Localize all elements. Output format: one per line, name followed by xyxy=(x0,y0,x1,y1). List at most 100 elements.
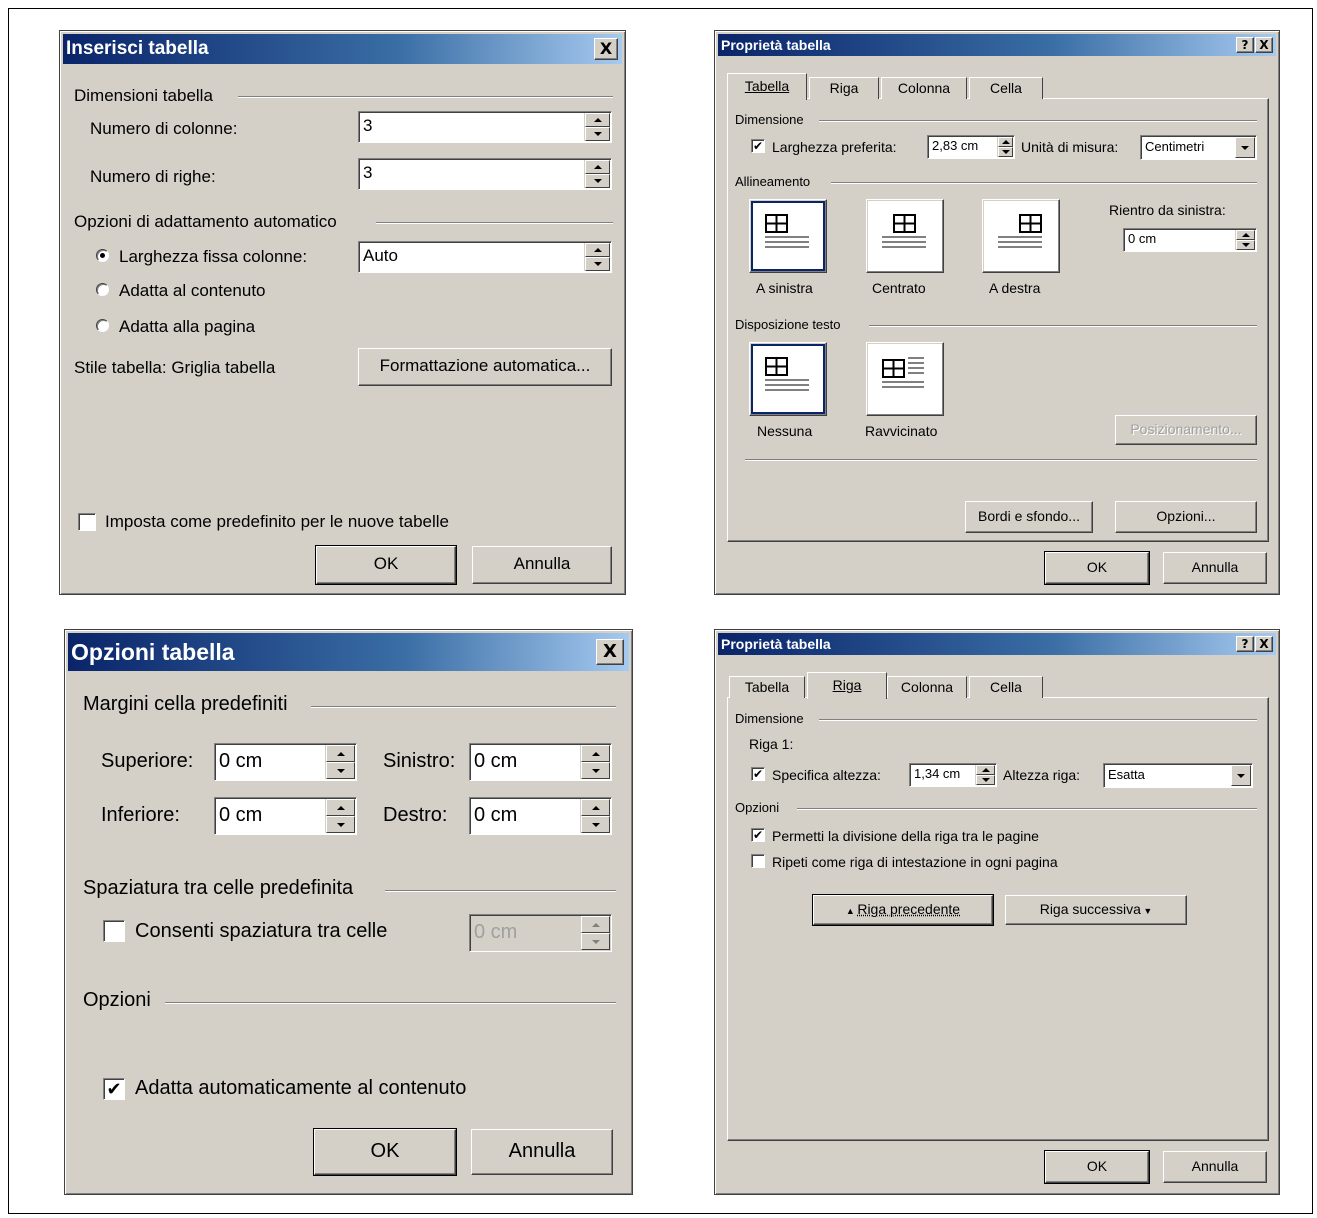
height-input[interactable]: 1,34 cm xyxy=(909,763,997,787)
spin-up-icon[interactable] xyxy=(326,745,355,762)
preferred-width-spinner[interactable] xyxy=(997,137,1013,157)
allow-spacing-label[interactable]: Consenti spaziatura tra celle xyxy=(135,920,387,943)
preferred-width-checkbox[interactable]: ✔ xyxy=(751,139,765,153)
left-margin-spinner[interactable] xyxy=(580,745,610,779)
left-margin-input[interactable]: 0 cm xyxy=(469,743,612,781)
allow-break-label[interactable]: Permetti la divisione della riga tra le … xyxy=(772,828,1039,844)
title-bar[interactable]: Opzioni tabella X xyxy=(68,633,629,671)
spin-down-icon[interactable] xyxy=(1236,240,1255,250)
spin-up-icon[interactable] xyxy=(581,745,610,762)
autoresize-label[interactable]: Adatta automaticamente al contenuto xyxy=(135,1077,466,1100)
autofit-contents-radio[interactable] xyxy=(96,283,109,296)
spin-up-icon[interactable] xyxy=(326,799,355,816)
spin-up-icon[interactable] xyxy=(585,113,610,127)
spin-up-icon[interactable] xyxy=(585,160,610,174)
tab-tabella[interactable]: Tabella xyxy=(727,73,807,100)
spacing-spinner[interactable] xyxy=(580,916,610,950)
spin-down-icon[interactable] xyxy=(585,127,610,141)
cancel-button[interactable]: Annulla xyxy=(472,546,612,584)
ok-button[interactable]: OK xyxy=(1044,551,1150,585)
spin-up-icon[interactable] xyxy=(976,765,995,775)
right-margin-input[interactable]: 0 cm xyxy=(469,797,612,835)
previous-row-button[interactable]: ▲ Riga precedente xyxy=(812,894,994,926)
cancel-button[interactable]: Annulla xyxy=(1163,552,1267,584)
close-button[interactable]: X xyxy=(594,38,618,60)
row-height-select[interactable]: Esatta xyxy=(1103,763,1253,788)
align-left-option[interactable] xyxy=(749,199,827,273)
spin-up-icon[interactable] xyxy=(581,799,610,816)
bottom-margin-spinner[interactable] xyxy=(325,799,355,833)
help-button[interactable]: ? xyxy=(1236,37,1254,53)
spin-down-icon[interactable] xyxy=(581,816,610,833)
spin-down-icon[interactable] xyxy=(581,933,610,950)
cancel-button[interactable]: Annulla xyxy=(1163,1151,1267,1183)
borders-shading-button[interactable]: Bordi e sfondo... xyxy=(965,501,1093,533)
preferred-width-label[interactable]: Larghezza preferita: xyxy=(772,139,897,155)
title-bar[interactable]: Proprietà tabella ? X xyxy=(718,34,1276,56)
unit-select[interactable]: Centimetri xyxy=(1140,135,1257,160)
tab-colonna[interactable]: Colonna xyxy=(887,676,967,698)
indent-input[interactable]: 0 cm xyxy=(1123,228,1257,252)
specify-height-label[interactable]: Specifica altezza: xyxy=(772,767,881,783)
tab-cella[interactable]: Cella xyxy=(969,77,1043,99)
allow-break-checkbox[interactable]: ✔ xyxy=(751,828,765,842)
columns-input[interactable]: 3 xyxy=(358,111,612,143)
ok-button[interactable]: OK xyxy=(313,1128,457,1176)
spin-up-icon[interactable] xyxy=(998,137,1013,147)
set-default-label[interactable]: Imposta come predefinito per le nuove ta… xyxy=(105,512,449,532)
fixed-width-radio[interactable] xyxy=(96,249,109,262)
align-right-option[interactable] xyxy=(982,199,1060,273)
tab-riga[interactable]: Riga xyxy=(809,77,879,99)
ok-button[interactable]: OK xyxy=(315,545,457,585)
close-button[interactable]: X xyxy=(1255,37,1273,53)
top-margin-input[interactable]: 0 cm xyxy=(214,743,357,781)
tab-tabella[interactable]: Tabella xyxy=(729,676,805,698)
autoformat-button[interactable]: Formattazione automatica... xyxy=(358,348,612,386)
spin-up-icon[interactable] xyxy=(581,916,610,933)
spin-down-icon[interactable] xyxy=(585,174,610,188)
close-button[interactable]: X xyxy=(596,639,624,665)
fixed-width-input[interactable]: Auto xyxy=(358,241,612,273)
autofit-window-radio[interactable] xyxy=(96,319,109,332)
spacing-input[interactable]: 0 cm xyxy=(469,914,612,952)
spin-up-icon[interactable] xyxy=(1236,230,1255,240)
cancel-button[interactable]: Annulla xyxy=(471,1129,613,1175)
wrap-around-option[interactable] xyxy=(866,342,944,416)
spin-down-icon[interactable] xyxy=(998,147,1013,157)
autoresize-checkbox[interactable]: ✔ xyxy=(103,1078,125,1100)
columns-spinner[interactable] xyxy=(584,113,610,141)
options-button[interactable]: Opzioni... xyxy=(1115,501,1257,533)
positioning-button[interactable]: Posizionamento... xyxy=(1115,415,1257,445)
align-center-option[interactable] xyxy=(866,199,944,273)
rows-input[interactable]: 3 xyxy=(358,158,612,190)
set-default-checkbox[interactable] xyxy=(78,513,96,531)
spin-down-icon[interactable] xyxy=(585,257,610,271)
autofit-contents-label[interactable]: Adatta al contenuto xyxy=(119,281,266,301)
repeat-header-label[interactable]: Ripeti come riga di intestazione in ogni… xyxy=(772,854,1058,870)
tab-colonna[interactable]: Colonna xyxy=(881,77,967,99)
close-button[interactable]: X xyxy=(1255,636,1273,652)
tab-riga[interactable]: Riga xyxy=(807,672,887,699)
chevron-down-icon[interactable] xyxy=(1231,765,1251,786)
wrap-none-option[interactable] xyxy=(749,342,827,416)
tab-cella[interactable]: Cella xyxy=(969,676,1043,698)
fixed-width-spinner[interactable] xyxy=(584,243,610,271)
height-spinner[interactable] xyxy=(975,765,995,785)
spin-down-icon[interactable] xyxy=(326,816,355,833)
preferred-width-input[interactable]: 2,83 cm xyxy=(927,135,1015,159)
spin-down-icon[interactable] xyxy=(976,775,995,785)
spin-up-icon[interactable] xyxy=(585,243,610,257)
title-bar[interactable]: Inserisci tabella X xyxy=(63,34,622,64)
chevron-down-icon[interactable] xyxy=(1235,137,1255,158)
next-row-button[interactable]: Riga successiva ▼ xyxy=(1005,895,1187,925)
right-margin-spinner[interactable] xyxy=(580,799,610,833)
rows-spinner[interactable] xyxy=(584,160,610,188)
allow-spacing-checkbox[interactable] xyxy=(103,920,125,942)
spin-down-icon[interactable] xyxy=(326,762,355,779)
autofit-window-label[interactable]: Adatta alla pagina xyxy=(119,317,255,337)
ok-button[interactable]: OK xyxy=(1044,1150,1150,1184)
spin-down-icon[interactable] xyxy=(581,762,610,779)
indent-spinner[interactable] xyxy=(1235,230,1255,250)
fixed-width-label[interactable]: Larghezza fissa colonne: xyxy=(119,247,307,267)
specify-height-checkbox[interactable]: ✔ xyxy=(751,767,765,781)
